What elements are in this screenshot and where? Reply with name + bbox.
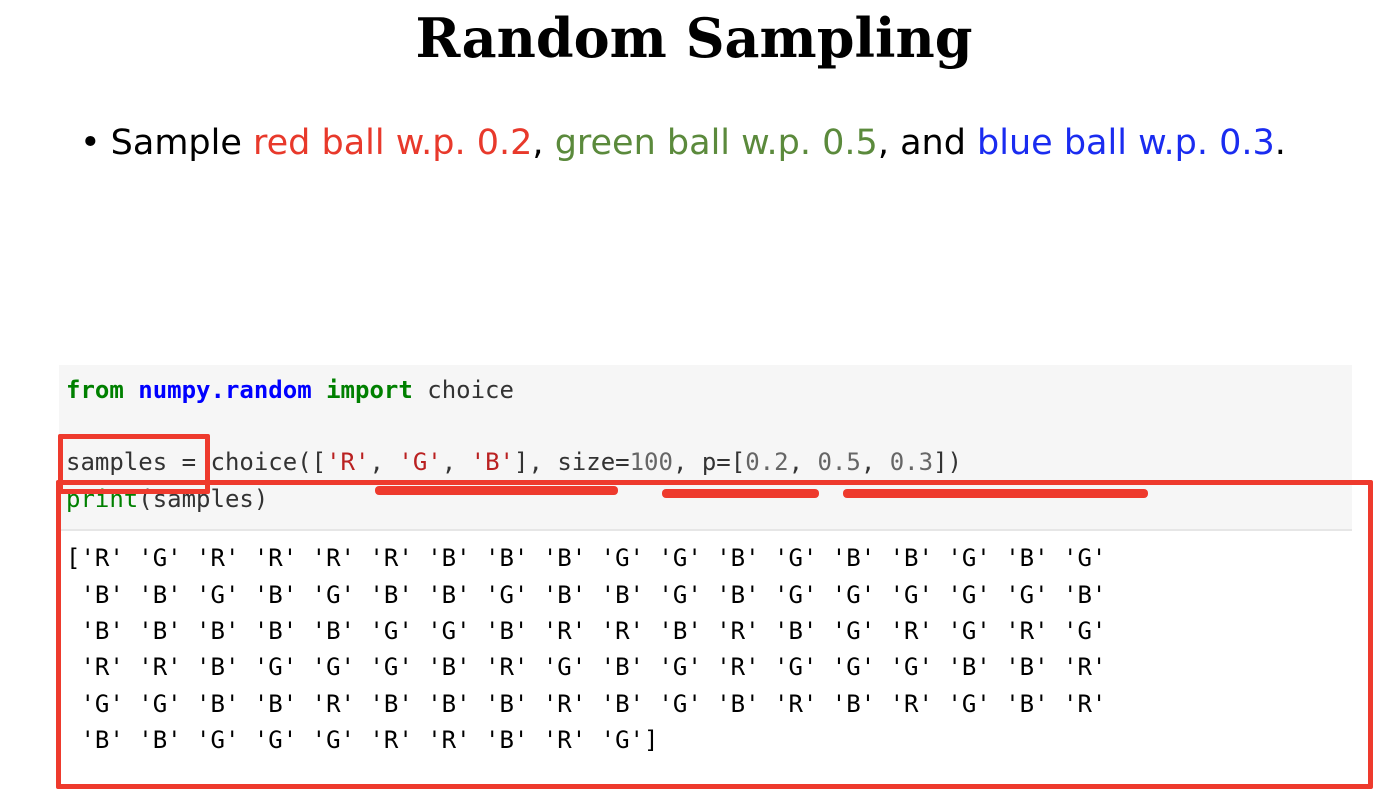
- module-name: numpy.random: [138, 376, 312, 404]
- number-size: 100: [629, 448, 673, 476]
- code-size-arg: ], size=: [514, 448, 630, 476]
- separator-1: ,: [532, 123, 555, 163]
- import-name: choice: [412, 376, 514, 404]
- string-r: 'R': [326, 448, 370, 476]
- number-p-blue: 0.3: [889, 448, 934, 476]
- keyword-import: import: [326, 376, 413, 404]
- number-p-red: 0.2: [745, 448, 789, 476]
- slide-title: Random Sampling: [415, 6, 973, 70]
- string-g: 'G': [398, 448, 442, 476]
- code-comma: ,: [369, 448, 399, 476]
- bullet-point: • Sample red ball w.p. 0.2, green ball w.…: [80, 118, 1286, 168]
- choices-underline: [375, 486, 618, 495]
- string-b: 'B': [470, 448, 514, 476]
- bullet-icon: •: [80, 123, 101, 163]
- green-ball-text: green ball w.p. 0.5: [554, 123, 878, 163]
- code-comma: ,: [441, 448, 471, 476]
- code-line-import: from numpy.random import choice: [66, 372, 514, 408]
- size-underline: [662, 489, 819, 498]
- blue-ball-text: blue ball w.p. 0.3: [977, 123, 1275, 163]
- code-close: ]): [933, 448, 962, 476]
- output-highlight-box: [56, 480, 1373, 789]
- bullet-prefix: Sample: [110, 123, 254, 163]
- red-ball-text: red ball w.p. 0.2: [253, 123, 533, 163]
- code-p-arg: , p=[: [672, 448, 746, 476]
- code-comma: ,: [860, 448, 890, 476]
- keyword-from: from: [66, 376, 124, 404]
- code-comma: ,: [788, 448, 818, 476]
- separator-2: , and: [877, 123, 978, 163]
- bullet-suffix: .: [1274, 123, 1286, 163]
- number-p-green: 0.5: [817, 448, 861, 476]
- probabilities-underline: [843, 489, 1148, 498]
